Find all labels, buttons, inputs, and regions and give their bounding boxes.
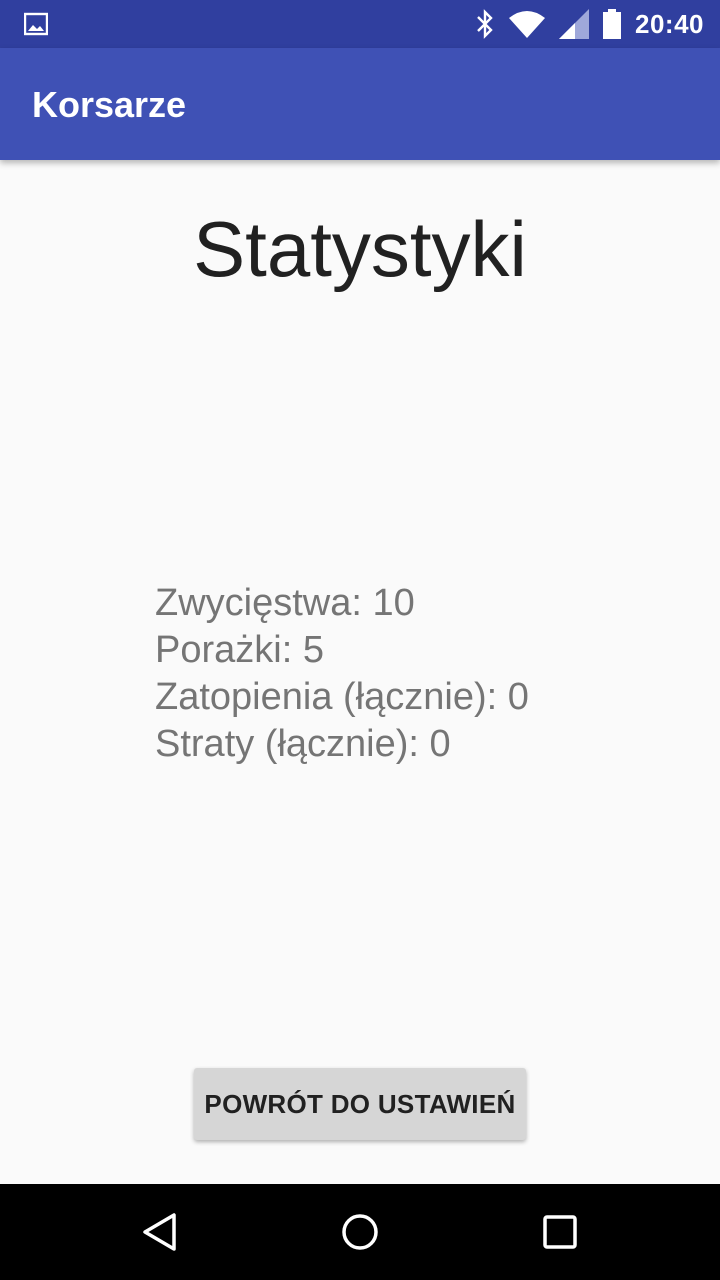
back-to-settings-button[interactable]: POWRÓT DO USTAWIEŃ — [194, 1068, 526, 1140]
back-icon[interactable] — [136, 1208, 184, 1256]
app-title: Korsarze — [32, 84, 187, 125]
stat-sinkings-total: Zatopienia (łącznie): 0 — [155, 676, 529, 718]
app-bar: Korsarze — [0, 48, 720, 160]
status-icons: 20:40 — [475, 0, 704, 48]
status-bar: 20:40 — [0, 0, 720, 48]
navigation-bar — [0, 1184, 720, 1280]
main-content: Statystyki Zwycięstwa: 10 Porażki: 5 Zat… — [0, 160, 720, 1184]
home-icon[interactable] — [336, 1208, 384, 1256]
status-time: 20:40 — [635, 8, 704, 39]
bluetooth-icon — [477, 9, 493, 39]
page-title: Statystyki — [193, 205, 527, 293]
recents-icon[interactable] — [536, 1208, 584, 1256]
battery-icon — [603, 9, 621, 39]
stats-list: Zwycięstwa: 10 Porażki: 5 Zatopienia (łą… — [155, 580, 529, 768]
stat-losses: Porażki: 5 — [155, 629, 324, 671]
signal-icon — [559, 9, 589, 39]
image-notification-icon — [24, 12, 48, 36]
stat-wins: Zwycięstwa: 10 — [155, 582, 415, 624]
stat-losses-total: Straty (łącznie): 0 — [155, 723, 451, 765]
wifi-icon — [509, 11, 545, 38]
